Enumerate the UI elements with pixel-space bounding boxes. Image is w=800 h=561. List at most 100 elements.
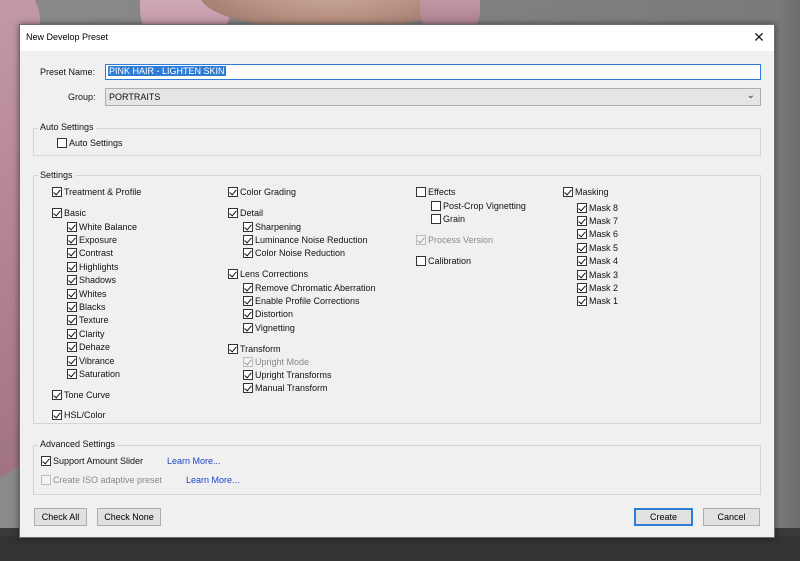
checkbox-box	[416, 234, 426, 245]
checkbox-box	[67, 275, 77, 286]
checkbox-box	[243, 234, 253, 245]
checkbox-box	[577, 215, 587, 226]
dehaze-checkbox[interactable]: Dehaze	[67, 342, 110, 353]
group-label: Group:	[68, 92, 96, 102]
basic-checkbox[interactable]: Basic	[52, 207, 86, 218]
mask-8-checkbox[interactable]: Mask 8	[577, 202, 618, 213]
transform-checkbox[interactable]: Transform	[228, 343, 281, 354]
luminance-noise-reduction-checkbox[interactable]: Luminance Noise Reduction	[243, 234, 368, 245]
checkbox-box	[416, 186, 426, 197]
checkbox-box	[416, 255, 426, 266]
clarity-checkbox[interactable]: Clarity	[67, 328, 105, 339]
advanced-settings-heading: Advanced Settings	[38, 439, 118, 449]
detail-checkbox[interactable]: Detail	[228, 207, 263, 218]
mask-7-checkbox[interactable]: Mask 7	[577, 215, 618, 226]
white-balance-checkbox[interactable]: White Balance	[67, 221, 137, 232]
group-select[interactable]: PORTRAITS ⌄	[105, 88, 761, 106]
mask-1-checkbox[interactable]: Mask 1	[577, 296, 618, 307]
group-value: PORTRAITS	[109, 92, 161, 102]
upright-transforms-checkbox[interactable]: Upright Transforms	[243, 369, 332, 380]
checkbox-box	[243, 221, 253, 232]
effects-checkbox[interactable]: Effects	[416, 186, 455, 197]
hsl-color-checkbox[interactable]: HSL/Color	[52, 409, 106, 420]
learn-more-link-iso[interactable]: Learn More...	[186, 475, 240, 485]
vignetting-checkbox[interactable]: Vignetting	[243, 322, 295, 333]
auto-settings-heading: Auto Settings	[38, 122, 96, 132]
checkbox-label: Mask 2	[589, 282, 619, 293]
check-none-button[interactable]: Check None	[97, 508, 161, 526]
texture-checkbox[interactable]: Texture	[67, 315, 109, 326]
checkbox-label: Calibration	[428, 255, 472, 266]
checkbox-box	[52, 207, 62, 218]
checkbox-label: Support Amount Slider	[53, 455, 144, 466]
checkbox-box	[243, 322, 253, 333]
checkbox-label: Upright Transforms	[255, 369, 332, 380]
mask-2-checkbox[interactable]: Mask 2	[577, 282, 618, 293]
mask-5-checkbox[interactable]: Mask 5	[577, 242, 618, 253]
distortion-checkbox[interactable]: Distortion	[243, 309, 293, 320]
saturation-checkbox[interactable]: Saturation	[67, 368, 120, 379]
checkbox-box	[57, 137, 67, 148]
checkbox-label: Sharpening	[255, 221, 302, 232]
checkbox-label: Upright Mode	[255, 356, 310, 367]
preset-name-input[interactable]: PINK HAIR - LIGHTEN SKIN	[105, 64, 761, 80]
chevron-down-icon: ⌄	[746, 90, 755, 101]
create-button[interactable]: Create	[634, 508, 693, 526]
checkbox-label: Exposure	[79, 234, 118, 245]
checkbox-box	[67, 328, 77, 339]
checkbox-box	[67, 315, 77, 326]
app-bottom-bar	[0, 536, 800, 561]
checkbox-box	[431, 200, 441, 211]
checkbox-label: Mask 4	[589, 256, 619, 267]
checkbox-box	[228, 343, 238, 354]
enable-profile-corrections-checkbox[interactable]: Enable Profile Corrections	[243, 295, 360, 306]
cancel-button[interactable]: Cancel	[703, 508, 760, 526]
checkbox-label: Grain	[443, 213, 466, 224]
checkbox-label: Dehaze	[79, 342, 111, 353]
color-noise-reduction-checkbox[interactable]: Color Noise Reduction	[243, 248, 345, 259]
checkbox-label: Basic	[64, 207, 87, 218]
checkbox-box	[41, 455, 51, 466]
checkbox-box	[67, 234, 77, 245]
sharpening-checkbox[interactable]: Sharpening	[243, 221, 301, 232]
close-icon[interactable]: ✕	[744, 25, 774, 51]
checkbox-label: Distortion	[255, 309, 294, 320]
color-grading-checkbox[interactable]: Color Grading	[228, 186, 296, 197]
checkbox-box	[67, 342, 77, 353]
blacks-checkbox[interactable]: Blacks	[67, 301, 106, 312]
support-amount-slider-checkbox[interactable]: Support Amount Slider	[41, 455, 143, 466]
auto-settings-checkbox[interactable]: Auto Settings	[57, 137, 123, 148]
mask-3-checkbox[interactable]: Mask 3	[577, 269, 618, 280]
checkbox-box	[431, 213, 441, 224]
auto-settings-group	[33, 128, 761, 156]
contrast-checkbox[interactable]: Contrast	[67, 248, 113, 259]
lens-corrections-checkbox[interactable]: Lens Corrections	[228, 268, 308, 279]
checkbox-label: HSL/Color	[64, 409, 106, 420]
checkbox-label: Mask 3	[589, 269, 619, 280]
tone-curve-checkbox[interactable]: Tone Curve	[52, 389, 110, 400]
whites-checkbox[interactable]: Whites	[67, 288, 107, 299]
settings-heading: Settings	[38, 170, 75, 180]
manual-transform-checkbox[interactable]: Manual Transform	[243, 383, 328, 394]
vibrance-checkbox[interactable]: Vibrance	[67, 355, 114, 366]
highlights-checkbox[interactable]: Highlights	[67, 261, 119, 272]
checkbox-label: Color Noise Reduction	[255, 248, 346, 259]
masking-checkbox[interactable]: Masking	[563, 186, 609, 197]
grain-checkbox[interactable]: Grain	[431, 213, 465, 224]
checkbox-label: Saturation	[79, 368, 121, 379]
mask-6-checkbox[interactable]: Mask 6	[577, 229, 618, 240]
treatment-profile-checkbox[interactable]: Treatment & Profile	[52, 186, 141, 197]
dialog-title: New Develop Preset	[26, 32, 109, 42]
exposure-checkbox[interactable]: Exposure	[67, 234, 117, 245]
remove-chromatic-aberration-checkbox[interactable]: Remove Chromatic Aberration	[243, 282, 376, 293]
learn-more-link-amount[interactable]: Learn More...	[167, 456, 221, 466]
mask-4-checkbox[interactable]: Mask 4	[577, 256, 618, 267]
check-all-button[interactable]: Check All	[34, 508, 87, 526]
checkbox-label: Process Version	[428, 234, 494, 245]
checkbox-box	[67, 368, 77, 379]
post-crop-vignetting-checkbox[interactable]: Post-Crop Vignetting	[431, 200, 526, 211]
process-version-checkbox: Process Version	[416, 234, 493, 245]
calibration-checkbox[interactable]: Calibration	[416, 255, 471, 266]
shadows-checkbox[interactable]: Shadows	[67, 275, 116, 286]
checkbox-box	[577, 229, 587, 240]
